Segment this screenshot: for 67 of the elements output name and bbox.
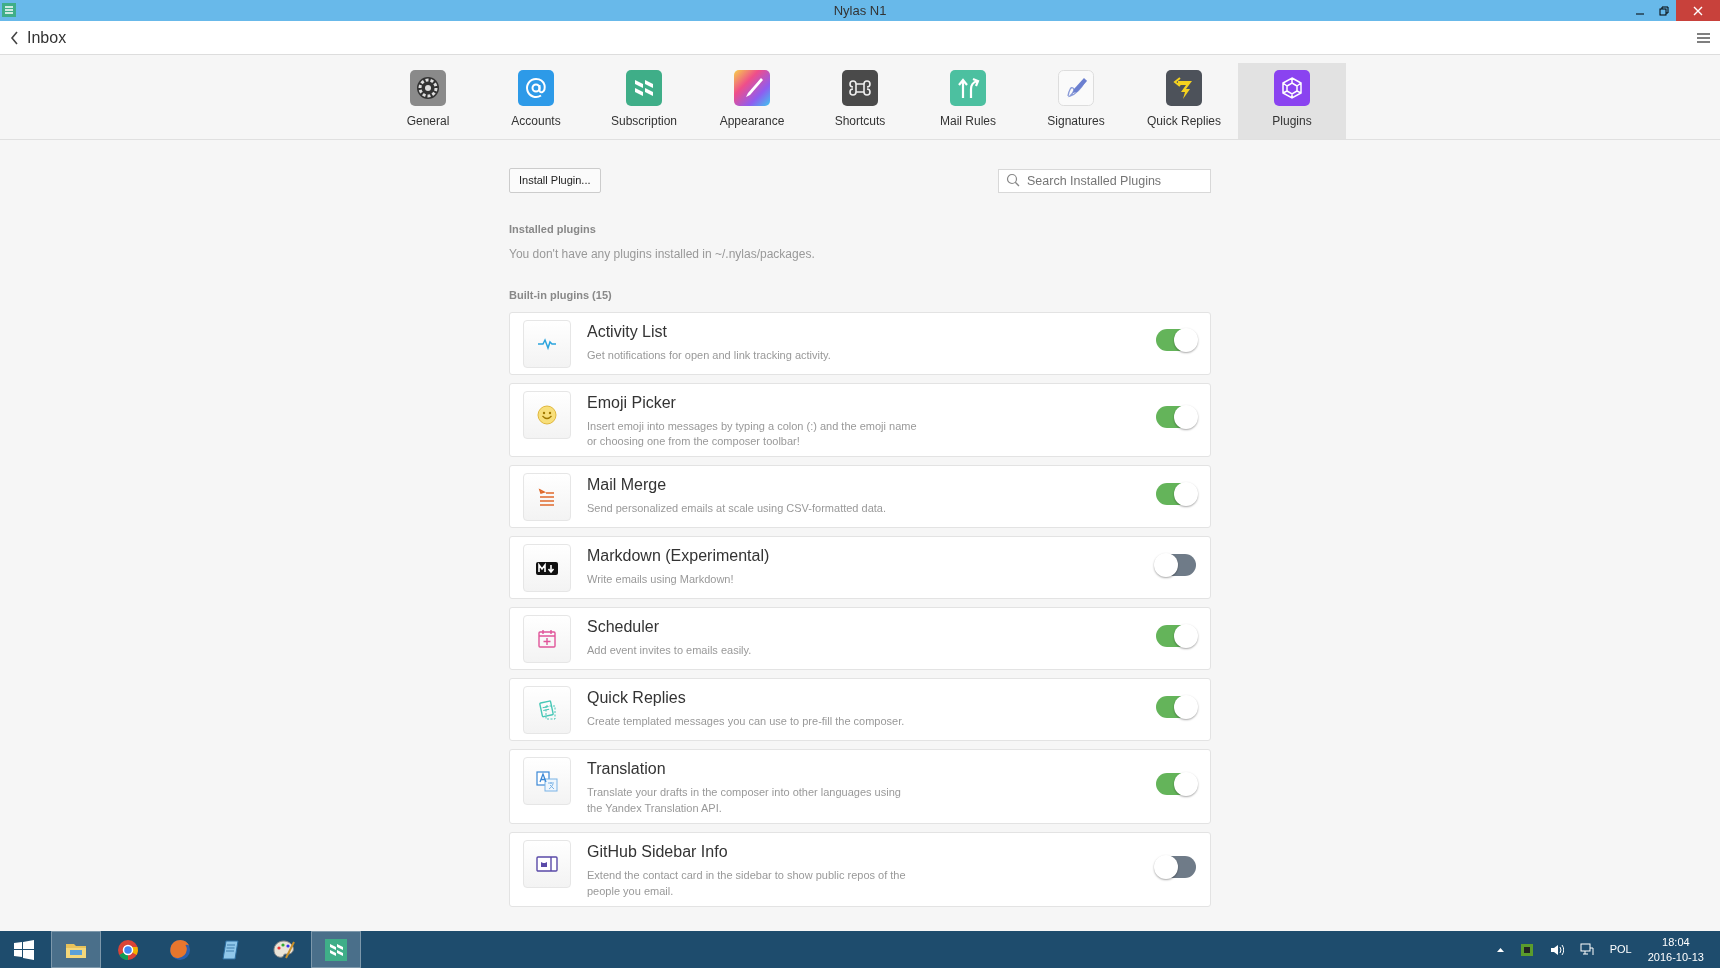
toggle-switch[interactable]: [1156, 405, 1196, 428]
arrows-icon: [950, 70, 986, 106]
pen-icon: [1058, 70, 1094, 106]
plugin-name: Activity List: [587, 321, 668, 342]
taskbar-app[interactable]: [52, 932, 100, 967]
tray-chip-icon[interactable]: [1519, 942, 1534, 957]
clock-date[interactable]: 2016-10-13: [1647, 949, 1704, 964]
plugin-description: Create templated messages you can use to pre-fill the composer.: [587, 714, 906, 730]
toggle-switch[interactable]: [1156, 855, 1196, 878]
plugin-description: Get notifications for open and link tracking activity.: [587, 347, 832, 363]
toggle-switch[interactable]: [1156, 482, 1196, 505]
at-sign-icon: [518, 70, 554, 106]
search-field[interactable]: Search Installed Plugins: [998, 169, 1211, 194]
mail-app-icon: [324, 937, 348, 962]
settings-tab[interactable]: Shortcuts: [806, 63, 914, 139]
settings-tab[interactable]: Mail Rules: [914, 63, 1022, 139]
toggle-switch[interactable]: [1156, 772, 1196, 795]
restore-icon[interactable]: [1659, 5, 1669, 16]
install-plugin-button[interactable]: Install Plugin...: [509, 168, 601, 193]
menu-icon[interactable]: [1697, 32, 1710, 43]
plugin-name: GitHub Sidebar Info: [587, 842, 729, 863]
paintbrush-icon: [734, 70, 770, 106]
plugin-description: Write emails using Markdown!: [587, 572, 735, 588]
plugin-name: Translation: [587, 759, 667, 780]
command-key-icon: [842, 70, 878, 106]
browser-icon: [116, 937, 140, 962]
cube-icon: [1274, 70, 1310, 106]
speaker-icon[interactable]: [1549, 943, 1564, 956]
section-heading: Installed plugins: [509, 221, 597, 237]
plugin-name: Quick Replies: [587, 688, 687, 709]
settings-tab[interactable]: Signatures: [1022, 63, 1130, 139]
settings-tab[interactable]: Subscription: [590, 63, 698, 139]
plugin-description: Extend the contact card in the sidebar to show public repos of the people you email.: [587, 868, 907, 900]
settings-tab[interactable]: General: [374, 63, 482, 139]
network-icon[interactable]: [1579, 943, 1594, 956]
plugin-name: Scheduler: [587, 617, 661, 638]
empty-message: You don't have any plugins installed in ~/.nylas/packages.: [509, 246, 816, 263]
window-title: Nylas N1: [833, 2, 887, 20]
section-heading: Built-in plugins (15): [509, 288, 613, 303]
plugin-name: Markdown (Experimental): [587, 546, 771, 567]
app-logo-icon: [2, 3, 16, 17]
plugin-description: Insert emoji into messages by typing a colon (:) and the emoji name or choosing one from the composer toolbar!: [587, 418, 918, 450]
toggle-switch[interactable]: [1156, 553, 1196, 576]
windows-logo-icon: [14, 939, 34, 960]
plugin-description: Add event invites to emails easily.: [587, 643, 753, 659]
back-icon[interactable]: [10, 30, 19, 45]
taskbar-app[interactable]: [312, 932, 360, 967]
toggle-switch[interactable]: [1156, 624, 1196, 647]
tray-arrow-icon[interactable]: [1496, 947, 1504, 952]
toggle-switch[interactable]: [1156, 695, 1196, 718]
fox-globe-icon: [168, 937, 192, 962]
stripes-icon: [626, 70, 662, 106]
clock-time[interactable]: 18:04: [1662, 935, 1690, 950]
settings-tab[interactable]: Appearance: [698, 63, 806, 139]
plugin-name: Emoji Picker: [587, 392, 677, 413]
settings-tab[interactable]: Plugins: [1238, 63, 1346, 139]
close-icon: [1693, 5, 1703, 16]
settings-tab[interactable]: Quick Replies: [1130, 63, 1238, 139]
plugin-description: Translate your drafts in the composer into other languages using the Yandex Translation API.: [587, 785, 902, 817]
translate-icon: [534, 768, 560, 795]
language-indicator[interactable]: POL: [1609, 941, 1632, 958]
gear-icon: [410, 70, 446, 106]
back-link[interactable]: Inbox: [27, 25, 67, 50]
plugin-name: Mail Merge: [587, 475, 668, 496]
toggle-switch[interactable]: [1156, 329, 1196, 351]
plugin-description: Send personalized emails at scale using CSV-formatted data.: [587, 501, 887, 517]
settings-tab[interactable]: Accounts: [482, 63, 590, 139]
